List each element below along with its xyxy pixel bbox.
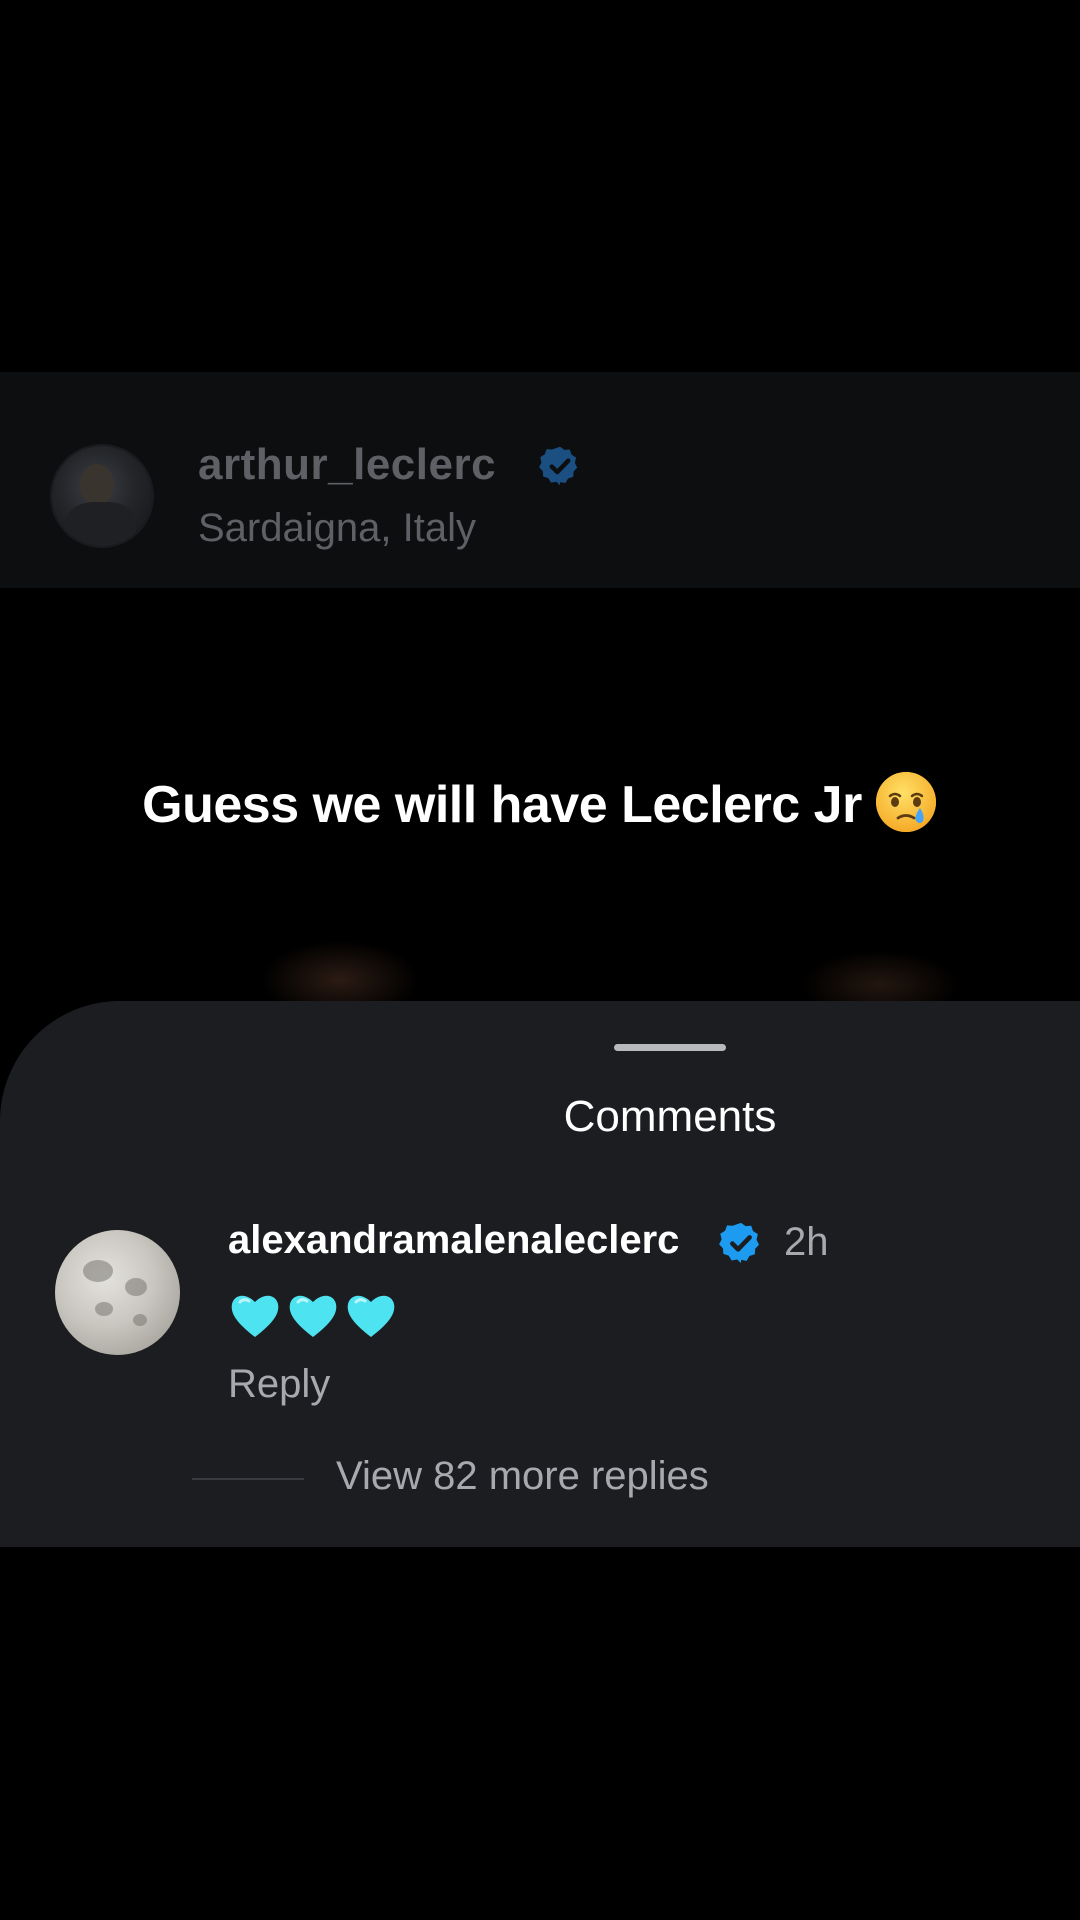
- post-author-avatar[interactable]: [52, 446, 152, 546]
- comment-timestamp: 2h: [784, 1220, 829, 1264]
- moon-crater: [83, 1260, 113, 1282]
- sheet-drag-handle[interactable]: [614, 1044, 726, 1051]
- moon-crater: [133, 1314, 147, 1326]
- face-holding-back-tears-icon: [875, 772, 936, 832]
- reply-button[interactable]: Reply: [228, 1362, 330, 1407]
- replies-divider-line: [192, 1478, 304, 1480]
- screen: arthur_leclerc Sardaigna, Italy Guess we…: [0, 0, 1080, 1920]
- moon-crater: [125, 1278, 147, 1296]
- commenter-avatar[interactable]: [55, 1230, 180, 1355]
- moon-crater: [95, 1302, 113, 1316]
- verified-badge-icon: [539, 446, 578, 486]
- commenter-username[interactable]: alexandramalenaleclerc: [228, 1218, 679, 1263]
- comment-text: [228, 1290, 398, 1346]
- post-location[interactable]: Sardaigna, Italy: [198, 506, 476, 551]
- post-caption: Guess we will have Leclerc Jr: [0, 770, 1080, 835]
- post-caption-text: Guess we will have Leclerc Jr: [142, 776, 862, 834]
- comments-title: Comments: [563, 1092, 777, 1141]
- light-blue-heart-icon: [347, 1295, 395, 1337]
- verified-badge-icon: [719, 1222, 760, 1264]
- light-blue-heart-icon: [289, 1295, 337, 1337]
- view-more-replies-button[interactable]: View 82 more replies: [336, 1454, 709, 1499]
- light-blue-heart-icon: [231, 1295, 279, 1337]
- post-author-username[interactable]: arthur_leclerc: [198, 440, 496, 490]
- avatar-figure-body: [66, 502, 136, 546]
- avatar-figure-head: [80, 464, 114, 504]
